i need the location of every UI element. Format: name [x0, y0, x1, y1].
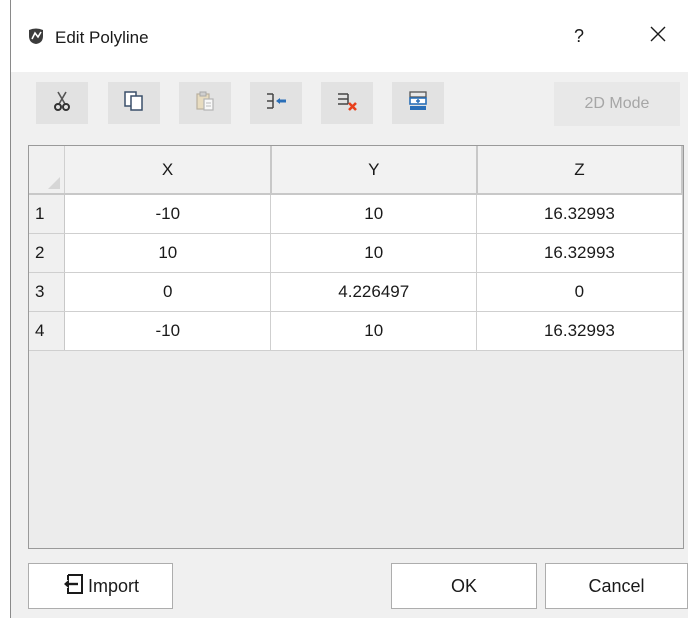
vertex-grid: X Y Z 1 -10 10 16.32993 2 10 10 16.32993	[28, 145, 684, 549]
column-header-y[interactable]: Y	[270, 146, 478, 195]
paste-icon	[194, 90, 216, 117]
import-icon	[62, 573, 84, 600]
cell-x[interactable]: 10	[64, 233, 272, 273]
cell-z[interactable]: 0	[476, 272, 683, 312]
title-bar: Edit Polyline ?	[11, 0, 688, 72]
row-header[interactable]: 2	[29, 233, 66, 273]
cell-y[interactable]: 10	[270, 233, 478, 273]
delete-row-button[interactable]	[321, 82, 373, 124]
table-row: 1 -10 10 16.32993	[29, 194, 683, 234]
insert-row-button[interactable]	[250, 82, 302, 124]
cell-x[interactable]: -10	[64, 311, 272, 351]
cancel-button[interactable]: Cancel	[545, 563, 688, 609]
append-row-icon	[407, 90, 429, 117]
select-all-corner[interactable]	[29, 146, 66, 195]
delete-row-icon	[335, 90, 359, 117]
cell-z[interactable]: 16.32993	[476, 311, 683, 351]
table-row: 3 0 4.226497 0	[29, 272, 683, 312]
cell-x[interactable]: 0	[64, 272, 272, 312]
polyline-app-icon	[27, 27, 45, 45]
row-header[interactable]: 3	[29, 272, 66, 312]
help-label: ?	[573, 25, 584, 46]
scissors-icon	[52, 90, 72, 117]
insert-row-icon	[264, 90, 288, 117]
edit-polyline-dialog: Edit Polyline ? 2D Mode X Y Z 1 -10 10 1…	[11, 0, 688, 618]
row-header[interactable]: 1	[29, 194, 66, 234]
vertex-table: X Y Z 1 -10 10 16.32993 2 10 10 16.32993	[29, 146, 684, 351]
import-button[interactable]: Import	[28, 563, 173, 609]
cell-z[interactable]: 16.32993	[476, 194, 683, 234]
row-header[interactable]: 4	[29, 311, 66, 351]
column-header-z[interactable]: Z	[476, 146, 684, 195]
column-header-x[interactable]: X	[64, 146, 272, 195]
2d-mode-label: 2D Mode	[584, 95, 650, 112]
cancel-label: Cancel	[588, 575, 645, 596]
table-row: 2 10 10 16.32993	[29, 233, 683, 273]
cell-z[interactable]: 16.32993	[476, 233, 683, 273]
paste-button[interactable]	[179, 82, 231, 124]
cut-button[interactable]	[36, 82, 88, 124]
table-row: 4 -10 10 16.32993	[29, 311, 683, 351]
ok-button[interactable]: OK	[391, 563, 537, 609]
ok-label: OK	[450, 575, 477, 596]
close-button[interactable]	[638, 20, 678, 52]
cell-y[interactable]: 4.226497	[270, 272, 478, 312]
help-button[interactable]: ?	[559, 20, 599, 52]
copy-icon	[123, 90, 145, 117]
copy-button[interactable]	[108, 82, 160, 124]
cell-x[interactable]: -10	[64, 194, 272, 234]
cell-y[interactable]: 10	[270, 194, 478, 234]
import-label: Import	[87, 575, 139, 596]
header-row: X Y Z	[29, 146, 684, 195]
append-row-button[interactable]	[392, 82, 444, 124]
close-icon	[649, 25, 667, 48]
window-title: Edit Polyline	[55, 28, 149, 47]
2d-mode-button[interactable]: 2D Mode	[554, 82, 680, 126]
cell-y[interactable]: 10	[270, 311, 478, 351]
